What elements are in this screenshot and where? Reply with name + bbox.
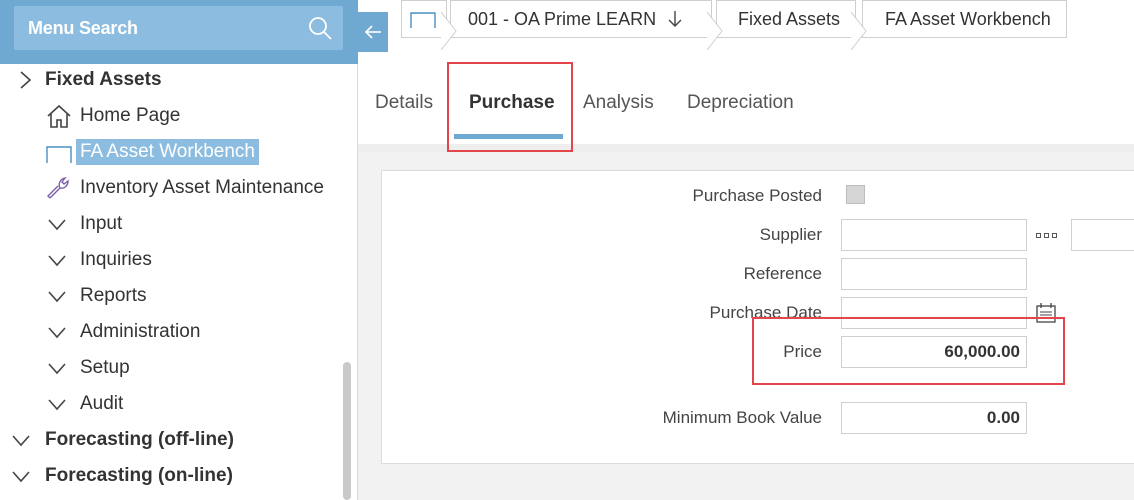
tab-depreciation[interactable]: Depreciation [687, 92, 794, 114]
tree-item-home-page[interactable]: Home Page [46, 98, 180, 134]
tree-item-inventory-asset-maintenance[interactable]: Inventory Asset Maintenance [46, 170, 324, 206]
sidebar-scrollbar[interactable] [343, 362, 351, 500]
tree-item-fa-asset-workbench[interactable]: FA Asset Workbench [46, 134, 259, 170]
minimum-book-value-label: Minimum Book Value [662, 408, 822, 427]
breadcrumb-separator-icon [850, 12, 867, 50]
tree-item-inquiries[interactable]: Inquiries [46, 242, 152, 278]
tree-item-setup[interactable]: Setup [46, 350, 130, 386]
tree-item-audit[interactable]: Audit [46, 386, 123, 422]
chevron-down-icon [48, 363, 66, 375]
breadcrumb-page[interactable]: FA Asset Workbench [862, 0, 1067, 38]
supplier-label: Supplier [759, 225, 822, 244]
menu-search-label: Menu Search [28, 18, 138, 38]
chevron-right-icon [20, 71, 32, 89]
home-icon [47, 104, 71, 128]
tree-item-label: Setup [80, 357, 130, 378]
purchase-tab-highlight [447, 62, 573, 152]
purchase-posted-checkbox[interactable] [846, 185, 865, 204]
wrench-icon [47, 176, 69, 199]
tree-item-label: Input [80, 213, 123, 234]
breadcrumb-module[interactable]: Fixed Assets [716, 0, 856, 38]
tree-item-label: Fixed Assets [45, 69, 162, 90]
chevron-down-icon [12, 471, 30, 483]
chevron-down-icon [48, 219, 66, 231]
search-icon[interactable] [307, 15, 333, 41]
tree-item-label: Audit [80, 393, 124, 414]
chevron-down-icon [48, 327, 66, 339]
arrow-down-icon[interactable] [666, 9, 684, 29]
tree-item-label: Forecasting (on-line) [45, 465, 233, 486]
chevron-down-icon [48, 399, 66, 411]
chevron-down-icon [48, 255, 66, 267]
purchase-posted-label: Purchase Posted [692, 186, 822, 205]
tree-item-label: Inquiries [80, 249, 152, 270]
collapse-sidebar-button[interactable] [358, 12, 388, 52]
tree-item-reports[interactable]: Reports [46, 278, 147, 314]
tree-item-forecasting-offline[interactable]: Forecasting (off-line) [10, 422, 234, 458]
tree-item-label: FA Asset Workbench [76, 139, 259, 165]
tab-analysis[interactable]: Analysis [583, 92, 654, 114]
chevron-down-icon [12, 435, 30, 447]
workbench-icon [410, 12, 436, 28]
tree-item-label: Forecasting (off-line) [45, 429, 234, 450]
menu-search-bar: Menu Search [0, 0, 358, 64]
tree-item-administration[interactable]: Administration [46, 314, 200, 350]
reference-field[interactable] [841, 258, 1027, 290]
tree-item-label: Administration [80, 321, 201, 342]
breadcrumb-separator-icon [706, 12, 723, 50]
reference-label: Reference [743, 264, 822, 283]
price-highlight [752, 317, 1065, 385]
arrow-left-icon [364, 25, 381, 39]
supplier-lookup-icon[interactable] [1036, 233, 1057, 238]
breadcrumb-page-label: FA Asset Workbench [885, 8, 1051, 29]
workbench-icon [46, 146, 72, 163]
minimum-book-value-field[interactable]: 0.00 [841, 402, 1027, 434]
tree-item-forecasting-online[interactable]: Forecasting (on-line) [10, 458, 233, 494]
sidebar: Menu Search Fixed Assets Home Page FA As… [0, 0, 358, 500]
tree-item-label: Home Page [80, 105, 181, 126]
supplier-name-field[interactable] [1071, 219, 1134, 251]
menu-search-input[interactable]: Menu Search [14, 6, 343, 50]
breadcrumb-separator-icon [440, 12, 457, 50]
supplier-field[interactable] [841, 219, 1027, 251]
tab-details[interactable]: Details [375, 92, 433, 114]
tree-item-input[interactable]: Input [46, 206, 122, 242]
breadcrumb-company[interactable]: 001 - OA Prime LEARN [450, 0, 712, 38]
chevron-down-icon [48, 291, 66, 303]
tree-item-label: Reports [80, 285, 147, 306]
breadcrumb-company-label: 001 - OA Prime LEARN [468, 8, 657, 29]
breadcrumb-module-label: Fixed Assets [738, 8, 841, 29]
tree-item-fixed-assets[interactable]: Fixed Assets [14, 62, 162, 98]
tree-item-label: Inventory Asset Maintenance [80, 177, 324, 198]
